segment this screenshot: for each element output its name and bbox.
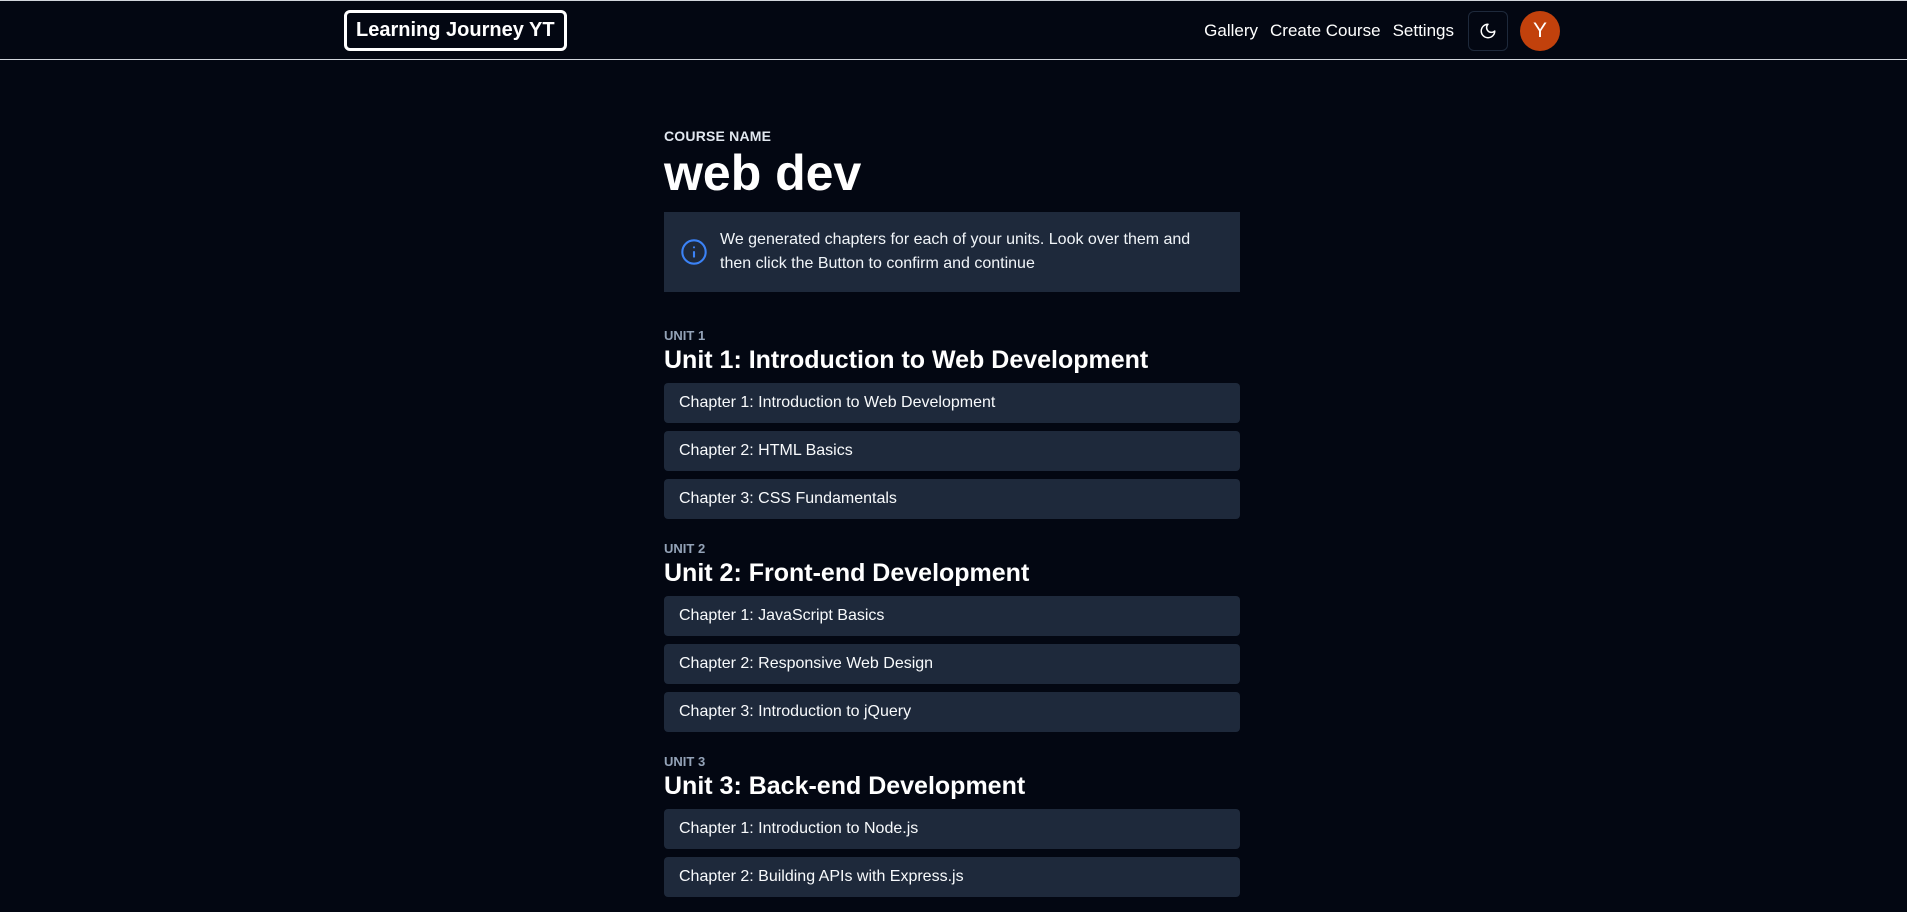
- unit-title: Unit 1: Introduction to Web Development: [664, 346, 1149, 374]
- theme-toggle-button[interactable]: [1468, 10, 1508, 51]
- unit-section: UNIT 3 Unit 3: Back-end Development Chap…: [664, 754, 1240, 897]
- unit-title: Unit 2: Front-end Development: [664, 559, 1030, 587]
- course-name-label: COURSE NAME: [664, 128, 772, 144]
- unit-label: UNIT 3: [664, 754, 706, 769]
- chapter-card: Chapter 3: Introduction to jQuery: [664, 692, 1240, 732]
- nav-create-course-link[interactable]: Create Course: [1270, 21, 1381, 41]
- info-icon: [681, 239, 707, 265]
- unit-section: UNIT 2 Unit 2: Front-end Development Cha…: [664, 541, 1240, 732]
- chapter-card: Chapter 1: Introduction to Node.js: [664, 809, 1240, 849]
- unit-label: UNIT 2: [664, 541, 706, 556]
- info-text: We generated chapters for each of your u…: [720, 231, 1191, 272]
- chapter-card: Chapter 2: HTML Basics: [664, 431, 1240, 471]
- logo-link[interactable]: Learning Journey YT: [344, 10, 567, 51]
- chapter-card: Chapter 2: Building APIs with Express.js: [664, 857, 1240, 897]
- course-title: web dev: [664, 145, 862, 201]
- info-alert: We generated chapters for each of your u…: [664, 212, 1240, 292]
- chapter-card: Chapter 1: JavaScript Basics: [664, 596, 1240, 636]
- nav-gallery-link[interactable]: Gallery: [1204, 21, 1258, 41]
- nav-links: Gallery Create Course Settings Y: [1204, 10, 1560, 51]
- chapter-card: Chapter 1: Introduction to Web Developme…: [664, 383, 1240, 423]
- chapter-card: Chapter 3: CSS Fundamentals: [664, 479, 1240, 519]
- nav-settings-link[interactable]: Settings: [1393, 21, 1454, 41]
- user-avatar[interactable]: Y: [1520, 10, 1560, 51]
- unit-label: UNIT 1: [664, 328, 706, 343]
- navbar: Learning Journey YT Gallery Create Cours…: [0, 0, 1907, 60]
- main-content: COURSE NAME web dev We generated chapter…: [664, 128, 1240, 905]
- chapter-card: Chapter 2: Responsive Web Design: [664, 644, 1240, 684]
- unit-section: UNIT 1 Unit 1: Introduction to Web Devel…: [664, 328, 1240, 519]
- moon-icon: [1480, 23, 1496, 38]
- unit-title: Unit 3: Back-end Development: [664, 772, 1026, 800]
